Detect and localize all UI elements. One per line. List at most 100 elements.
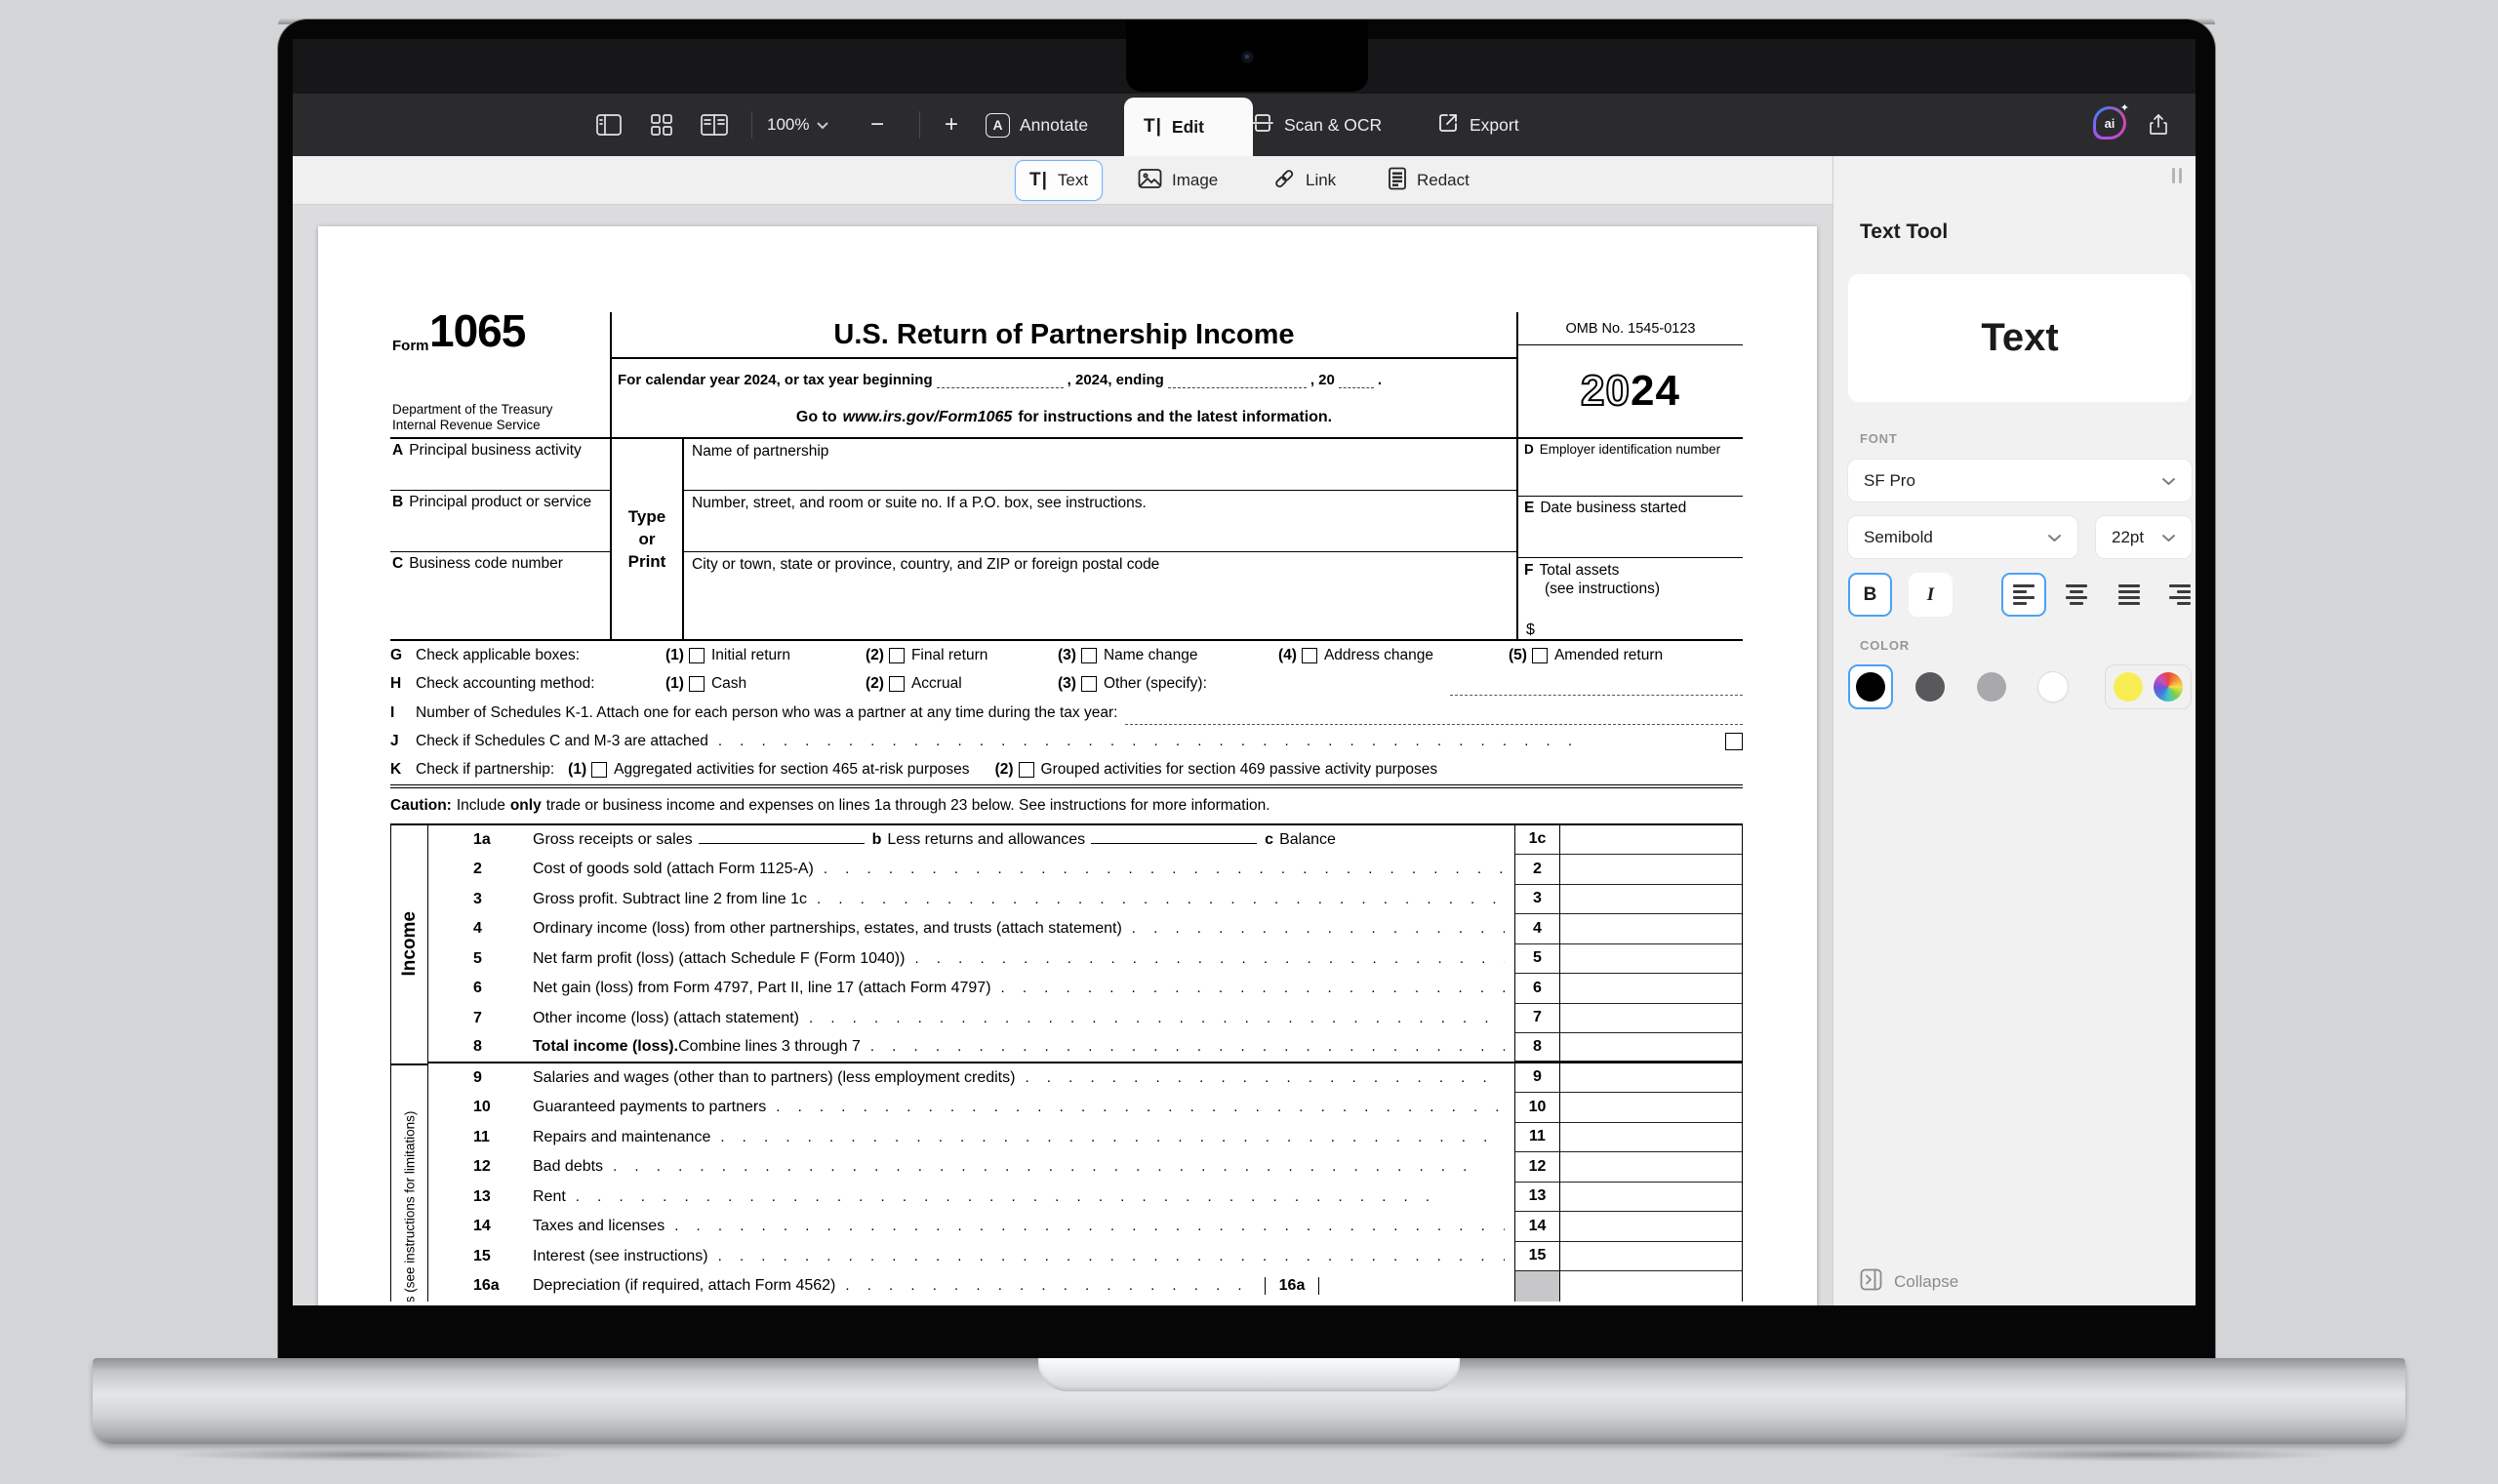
city-field[interactable]: City or town, state or province, country… <box>684 552 1516 641</box>
chevron-down-icon <box>2161 471 2176 491</box>
bold-button[interactable]: B <box>1848 573 1892 617</box>
thumbnails-view-icon[interactable] <box>644 107 679 142</box>
label-d: Employer identification number <box>1540 442 1720 457</box>
form-line-5: 5Net farm profit (loss) (attach Schedule… <box>428 944 1742 975</box>
font-size-select[interactable]: 22pt <box>2096 516 2192 558</box>
line-box-7: 7 <box>1514 1004 1560 1034</box>
ai-assistant-icon[interactable] <box>2093 106 2126 140</box>
zoom-out-button[interactable]: − <box>870 107 884 142</box>
checkbox[interactable] <box>689 648 705 663</box>
department-lines: Department of the Treasury Internal Reve… <box>392 402 552 433</box>
tax-year-yy-field[interactable] <box>1339 384 1374 388</box>
amount-cell[interactable] <box>1560 1004 1742 1034</box>
amount-cell[interactable] <box>1560 944 1742 975</box>
black-swatch <box>1856 672 1885 702</box>
collapse-button[interactable]: Collapse <box>1860 1268 1958 1296</box>
g-options: (1)Initial return(2)Final return(3)Name … <box>665 647 1743 664</box>
align-center-button[interactable] <box>2054 573 2099 617</box>
tax-year-dot: . <box>1378 372 1382 388</box>
amount-cell[interactable] <box>1560 855 1742 885</box>
amount-cell[interactable] <box>1560 974 1742 1004</box>
line-text: Rent <box>533 1188 566 1206</box>
dot-leaders <box>718 733 1706 750</box>
returns-allowances-field[interactable] <box>1091 842 1257 844</box>
amount-cell[interactable] <box>1560 1271 1742 1302</box>
sidebar-toggle-icon[interactable] <box>591 107 626 142</box>
color-swatch-white[interactable] <box>2038 672 2068 702</box>
form-header: Form 1065 Department of the Treasury Int… <box>390 312 1743 439</box>
dept-line-1: Department of the Treasury <box>392 402 552 418</box>
form-1065: Form 1065 Department of the Treasury Int… <box>390 312 1743 1302</box>
partnership-name-field[interactable]: Name of partnership <box>684 439 1516 491</box>
line-text: Interest (see instructions) <box>533 1248 708 1265</box>
income-strip-label: Income <box>399 911 421 977</box>
tool-redact[interactable]: Redact <box>1374 160 1483 201</box>
dot-leaders <box>1001 980 1505 997</box>
checkbox[interactable] <box>1081 648 1097 663</box>
font-family-select[interactable]: SF Pro <box>1848 460 2192 501</box>
zoom-in-button[interactable]: + <box>945 107 958 142</box>
annotate-icon <box>986 113 1010 138</box>
panel-resize-handle[interactable] <box>2172 168 2182 183</box>
line-bold-text: Total income (loss). <box>533 1038 678 1056</box>
tool-link[interactable]: Link <box>1259 160 1350 201</box>
checkbox[interactable] <box>1081 676 1097 692</box>
amount-cell[interactable] <box>1560 1093 1742 1123</box>
line-number: 16a <box>428 1277 533 1295</box>
option-label: Cash <box>711 675 746 693</box>
checkbox[interactable] <box>1725 733 1743 750</box>
checkbox[interactable] <box>689 676 705 692</box>
check-option: (2)Final return <box>866 647 1058 664</box>
label-a: Principal business activity <box>409 442 582 459</box>
line-description: Ordinary income (loss) from other partne… <box>533 920 1514 938</box>
align-right-button[interactable] <box>2157 573 2196 617</box>
amount-cell[interactable] <box>1560 1123 1742 1153</box>
amount-cell[interactable] <box>1560 885 1742 915</box>
color-wheel-icon[interactable] <box>2154 672 2183 702</box>
line-box-16a <box>1514 1271 1560 1302</box>
checkbox[interactable] <box>1302 648 1317 663</box>
text-style-preview[interactable]: Text <box>1848 274 2192 402</box>
amount-cell[interactable] <box>1560 1242 1742 1272</box>
color-swatch-dark-gray[interactable] <box>1915 672 1945 702</box>
amount-cell[interactable] <box>1560 1183 1742 1213</box>
two-page-view-icon[interactable] <box>697 107 732 142</box>
tax-year-end-field[interactable] <box>1168 384 1307 388</box>
color-swatch-black-selected[interactable] <box>1848 664 1893 709</box>
amount-cell[interactable] <box>1560 1152 1742 1183</box>
font-family-value: SF Pro <box>1864 471 1915 491</box>
zoom-level-control[interactable]: 100% <box>767 107 829 142</box>
tab-annotate[interactable]: Annotate <box>966 94 1108 156</box>
dot-leaders <box>817 891 1505 908</box>
font-size-value: 22pt <box>2112 528 2144 547</box>
checkbox[interactable] <box>889 648 905 663</box>
tool-image[interactable]: Image <box>1124 160 1231 201</box>
tool-text[interactable]: Text <box>1015 160 1103 201</box>
line-text: Net farm profit (loss) (attach Schedule … <box>533 950 905 968</box>
tab-scan-ocr[interactable]: Scan & OCR <box>1231 94 1401 156</box>
share-icon[interactable] <box>2141 107 2176 142</box>
checkbox[interactable] <box>1532 648 1548 663</box>
check-option: (3)Name change <box>1058 647 1278 664</box>
gross-receipts-field[interactable] <box>699 842 865 844</box>
checkbox[interactable] <box>1019 762 1034 778</box>
checkbox[interactable] <box>889 676 905 692</box>
font-style-select[interactable]: Semibold <box>1848 516 2077 558</box>
align-justify-button[interactable] <box>2107 573 2152 617</box>
color-swatch-yellow[interactable] <box>2114 672 2143 702</box>
tab-export[interactable]: Export <box>1417 94 1539 156</box>
amount-cell[interactable] <box>1560 825 1742 856</box>
checkbox[interactable] <box>591 762 607 778</box>
amount-cell[interactable] <box>1560 914 1742 944</box>
tax-year-begin-field[interactable] <box>937 384 1064 388</box>
other-specify-field[interactable] <box>1450 695 1743 696</box>
schedules-k1-count-field[interactable] <box>1125 724 1743 725</box>
street-field[interactable]: Number, street, and room or suite no. If… <box>684 491 1516 552</box>
amount-cell[interactable] <box>1560 1033 1742 1062</box>
italic-button[interactable]: I <box>1909 573 1953 617</box>
amount-cell[interactable] <box>1560 1212 1742 1242</box>
key-c: C <box>392 555 403 572</box>
amount-cell[interactable] <box>1560 1063 1742 1094</box>
color-swatch-gray[interactable] <box>1977 672 2006 702</box>
align-left-button[interactable] <box>2001 573 2046 617</box>
